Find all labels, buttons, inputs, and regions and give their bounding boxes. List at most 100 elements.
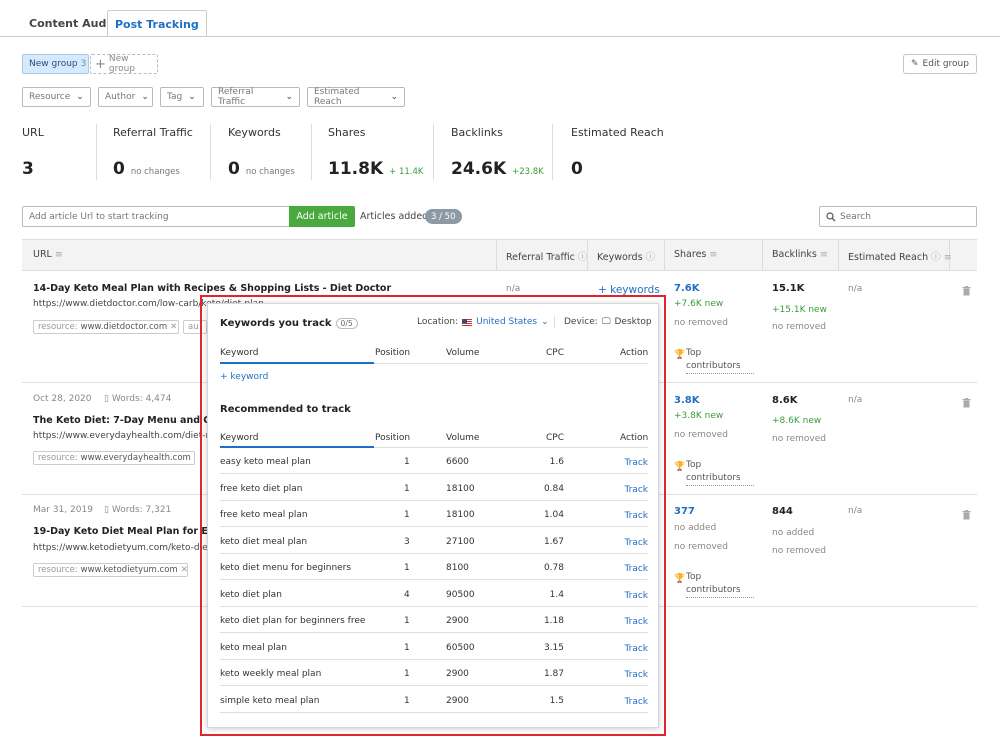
sort-icon: ≡ bbox=[819, 249, 828, 260]
filter-estimated-reach[interactable]: Estimated Reach ⌄ bbox=[307, 87, 405, 107]
search-icon bbox=[826, 211, 836, 221]
metric-backlinks-label: Backlinks bbox=[451, 126, 503, 139]
table-header bbox=[22, 239, 977, 271]
header-divider bbox=[664, 239, 665, 271]
shares-removed: no removed bbox=[674, 542, 728, 552]
backlinks-new: +8.6K new bbox=[772, 416, 822, 426]
column-reach-label: Estimated Reach bbox=[848, 252, 929, 263]
metric-referral-sub: no changes bbox=[130, 167, 180, 177]
top-contributors-link[interactable]: 🏆 Top contributors bbox=[674, 459, 754, 486]
metric-keywords-value: 0 bbox=[228, 159, 240, 179]
shares-value[interactable]: 377 bbox=[674, 506, 695, 517]
article-date: Oct 28, 2020 bbox=[33, 394, 92, 404]
backlinks-removed: no removed bbox=[772, 434, 826, 444]
close-icon[interactable]: ✕ bbox=[170, 322, 177, 332]
highlight-frame bbox=[200, 295, 666, 736]
document-icon: ▯ bbox=[104, 394, 109, 404]
trash-icon[interactable] bbox=[962, 398, 971, 408]
filter-referral-label: Referral Traffic bbox=[218, 87, 254, 107]
backlinks-removed: no removed bbox=[772, 546, 826, 556]
column-header-reach[interactable]: Estimated Reach ⓘ ≡ bbox=[848, 249, 952, 263]
column-header-keywords[interactable]: Keywords ⓘ bbox=[597, 249, 655, 263]
resource-tag[interactable]: resource:www.everydayhealth.com✕ bbox=[33, 451, 195, 465]
plus-icon: + bbox=[95, 56, 106, 72]
tab-content-audit[interactable]: Content Audit bbox=[29, 10, 115, 36]
articles-added-badge: 3 / 50 bbox=[425, 209, 462, 224]
metric-shares-value: 11.8K bbox=[328, 159, 384, 179]
metric-divider bbox=[311, 124, 312, 180]
add-article-button[interactable]: Add article bbox=[289, 206, 355, 227]
shares-removed: no removed bbox=[674, 318, 728, 328]
article-words-label: Words: 4,474 bbox=[111, 394, 172, 404]
search-box[interactable] bbox=[819, 206, 977, 227]
resource-tag-value: www.dietdoctor.com bbox=[80, 322, 168, 332]
top-contributors-label: Top contributors bbox=[686, 347, 754, 374]
pencil-icon: ✎ bbox=[911, 59, 919, 69]
filter-tag[interactable]: Tag ⌄ bbox=[160, 87, 204, 107]
shares-value[interactable]: 7.6K bbox=[674, 283, 699, 294]
metric-backlinks: 24.6K +23.8K bbox=[451, 159, 544, 179]
metric-divider bbox=[552, 124, 553, 180]
article-title[interactable]: 14-Day Keto Meal Plan with Recipes & Sho… bbox=[33, 283, 391, 294]
resource-tag-value: www.ketodietyum.com bbox=[80, 565, 178, 575]
search-input[interactable] bbox=[840, 211, 970, 222]
top-contributors-link[interactable]: 🏆 Top contributors bbox=[674, 347, 754, 374]
trophy-icon: 🏆 bbox=[674, 350, 686, 360]
chevron-down-icon: ⌄ bbox=[76, 92, 84, 102]
trash-icon[interactable] bbox=[962, 510, 971, 520]
metric-referral-value: 0 bbox=[113, 159, 125, 179]
edit-group-button[interactable]: ✎ Edit group bbox=[903, 54, 977, 74]
article-words-label: Words: 7,321 bbox=[111, 505, 172, 515]
metric-referral-label: Referral Traffic bbox=[113, 126, 193, 139]
chevron-down-icon: ⌄ bbox=[188, 92, 196, 102]
shares-value[interactable]: 3.8K bbox=[674, 395, 699, 406]
shares-removed: no removed bbox=[674, 430, 728, 440]
column-referral-label: Referral Traffic bbox=[506, 252, 575, 263]
trophy-icon: 🏆 bbox=[674, 462, 686, 472]
backlinks-removed: no removed bbox=[772, 322, 826, 332]
column-backlinks-label: Backlinks bbox=[772, 249, 817, 260]
article-url-input[interactable] bbox=[22, 206, 290, 227]
column-header-backlinks[interactable]: Backlinks ≡ bbox=[772, 249, 828, 260]
tab-post-tracking[interactable]: Post Tracking bbox=[107, 10, 207, 37]
column-shares-label: Shares bbox=[674, 249, 707, 260]
top-contributors-label: Top contributors bbox=[686, 459, 754, 486]
article-date: Mar 31, 2019 bbox=[33, 505, 93, 515]
metric-backlinks-value: 24.6K bbox=[451, 159, 507, 179]
reach-value: n/a bbox=[848, 284, 863, 294]
column-header-url[interactable]: URL ≡ bbox=[33, 249, 63, 260]
filter-author-label: Author bbox=[105, 92, 136, 102]
sort-icon: ≡ bbox=[709, 249, 718, 260]
reach-value: n/a bbox=[848, 506, 863, 516]
resource-tag-prefix: resource: bbox=[38, 322, 78, 332]
filter-author[interactable]: Author ⌄ bbox=[98, 87, 153, 107]
chevron-down-icon: ⌄ bbox=[285, 92, 293, 102]
new-group-button[interactable]: + New group bbox=[90, 54, 158, 74]
filter-reach-label: Estimated Reach bbox=[314, 87, 360, 107]
chevron-down-icon: ⌄ bbox=[390, 92, 398, 102]
metric-referral: 0 no changes bbox=[113, 159, 180, 179]
resource-tag[interactable]: resource: www.ketodietyum.com ✕ bbox=[33, 563, 188, 577]
close-icon[interactable]: ✕ bbox=[194, 453, 195, 463]
filter-resource[interactable]: Resource ⌄ bbox=[22, 87, 91, 107]
group-name: New group bbox=[29, 59, 78, 69]
close-icon[interactable]: ✕ bbox=[181, 565, 187, 575]
top-contributors-link[interactable]: 🏆 Top contributors bbox=[674, 571, 754, 598]
group-chip-active[interactable]: New group 3 bbox=[22, 54, 89, 74]
column-header-referral[interactable]: Referral Traffic ⓘ bbox=[506, 249, 587, 263]
backlinks-value: 15.1K bbox=[772, 283, 805, 294]
info-icon: ⓘ bbox=[577, 252, 588, 263]
metric-url-value: 3 bbox=[22, 159, 34, 179]
trophy-icon: 🏆 bbox=[674, 574, 686, 584]
backlinks-new: no added bbox=[772, 528, 815, 538]
column-header-shares[interactable]: Shares ≡ bbox=[674, 249, 717, 260]
header-divider bbox=[838, 239, 839, 271]
edit-group-label: Edit group bbox=[922, 59, 969, 69]
metric-keywords-label: Keywords bbox=[228, 126, 281, 139]
shares-new: +7.6K new bbox=[674, 299, 724, 309]
metric-shares-label: Shares bbox=[328, 126, 366, 139]
resource-tag[interactable]: resource: www.dietdoctor.com ✕ bbox=[33, 320, 179, 334]
trash-icon[interactable] bbox=[962, 286, 971, 296]
metric-shares-sub: + 11.4K bbox=[389, 167, 424, 177]
filter-referral-traffic[interactable]: Referral Traffic ⌄ bbox=[211, 87, 300, 107]
